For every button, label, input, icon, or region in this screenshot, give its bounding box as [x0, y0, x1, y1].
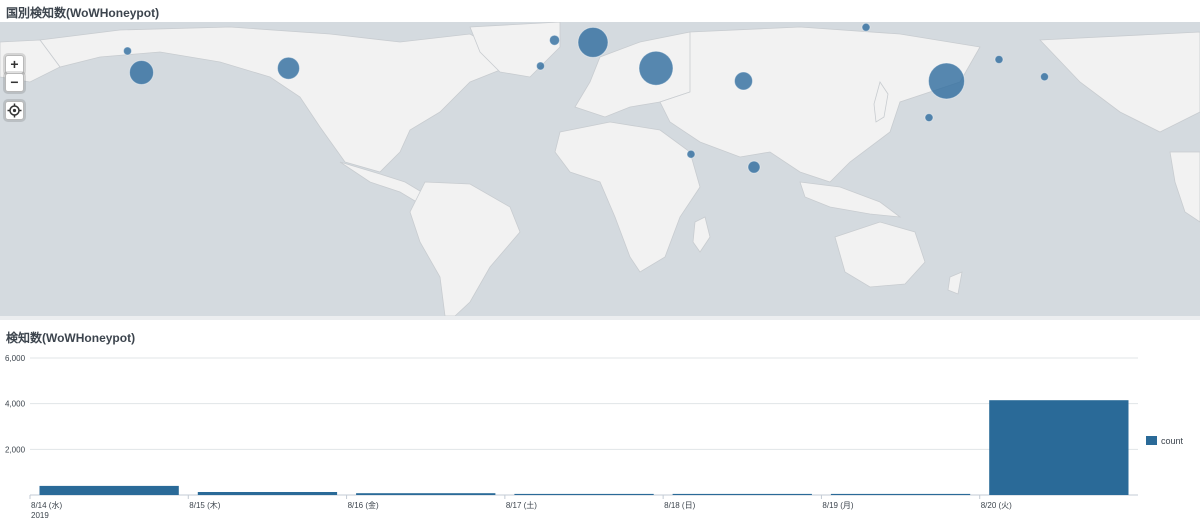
map-bubble-seychelles[interactable]	[747, 160, 761, 174]
bar-chart[interactable]: 2,000 4,000 6,000 8/14 (水) 8/15 (木) 8/16 (金)…	[0, 320, 1200, 524]
map-bubble-us-west[interactable]	[129, 60, 154, 85]
map-panel-title: 国別検知数(WoWHoneypot)	[6, 6, 160, 20]
bar-1[interactable]	[197, 492, 338, 495]
zoom-in-button[interactable]: +	[5, 55, 24, 74]
map-bubble-spain[interactable]	[536, 61, 545, 71]
y-tick-label: 6,000	[5, 354, 26, 363]
x-tick-label: 8/19 (月)	[822, 501, 853, 510]
chart-x-axis: 8/14 (水) 8/15 (木) 8/16 (金) 8/17 (土) 8/18 (日)…	[29, 495, 1012, 520]
map-bubble-turkey[interactable]	[638, 50, 674, 86]
bar-4[interactable]	[672, 493, 812, 495]
land-se-asia	[799, 181, 902, 218]
x-tick-label: 8/14 (水)	[31, 500, 62, 510]
land-south-america	[409, 181, 521, 316]
map-bubble-us-northwest[interactable]	[123, 46, 132, 56]
chart-panel: 検知数(WoWHoneypot) 2,000 4,000 6,000 8/14 (水…	[0, 320, 1200, 524]
map-bubble-japan[interactable]	[1040, 72, 1049, 82]
map-bubble-kenya[interactable]	[686, 149, 696, 159]
chart-grid	[30, 357, 1138, 496]
land-madagascar	[692, 216, 711, 253]
map-bubble-vietnam[interactable]	[924, 113, 934, 123]
bar-2[interactable]	[356, 493, 496, 495]
land-wrap-east	[1039, 31, 1200, 133]
land-asia	[659, 26, 981, 183]
locate-button[interactable]	[5, 101, 24, 120]
map-bubble-china[interactable]	[928, 62, 965, 100]
y-tick-label: 2,000	[5, 445, 26, 454]
zoom-out-button[interactable]: −	[5, 73, 24, 92]
bar-3[interactable]	[514, 493, 654, 495]
land-new-zealand	[947, 271, 963, 295]
land-wrap-east-south	[1169, 151, 1200, 223]
map-land-layer	[0, 22, 1200, 316]
legend-label[interactable]: count	[1161, 436, 1184, 446]
bar-5[interactable]	[830, 493, 971, 495]
map-bubble-us-east[interactable]	[277, 56, 300, 80]
map-bubble-iran[interactable]	[734, 71, 753, 91]
land-north-america	[39, 26, 521, 173]
land-africa	[554, 121, 701, 273]
x-tick-label: 8/20 (火)	[981, 501, 1012, 510]
chart-y-axis: 2,000 4,000 6,000	[5, 354, 26, 454]
legend-swatch[interactable]	[1146, 436, 1157, 445]
x-tick-label: 8/15 (木)	[189, 500, 220, 510]
map-bubble-russia[interactable]	[861, 22, 871, 32]
x-tick-label: 8/18 (日)	[664, 501, 695, 510]
x-tick-label: 8/17 (土)	[506, 500, 537, 510]
chart-bars[interactable]	[39, 400, 1129, 495]
x-year-label: 2019	[31, 511, 49, 520]
bar-6[interactable]	[989, 400, 1129, 495]
map-bubble-uk[interactable]	[549, 34, 560, 46]
crosshair-icon	[7, 103, 22, 118]
y-tick-label: 4,000	[5, 400, 26, 409]
map-bubble-korea-north[interactable]	[994, 55, 1004, 64]
world-map[interactable]: + −	[0, 22, 1200, 316]
map-panel: 国別検知数(WoWHoneypot) + −	[0, 0, 1200, 320]
x-tick-label: 8/16 (金)	[348, 500, 379, 510]
chart-legend[interactable]: count	[1146, 436, 1184, 446]
world-map-canvas[interactable]	[0, 22, 1200, 316]
land-australia	[834, 221, 926, 288]
map-bubble-germany[interactable]	[577, 26, 609, 58]
bar-0[interactable]	[39, 485, 179, 495]
